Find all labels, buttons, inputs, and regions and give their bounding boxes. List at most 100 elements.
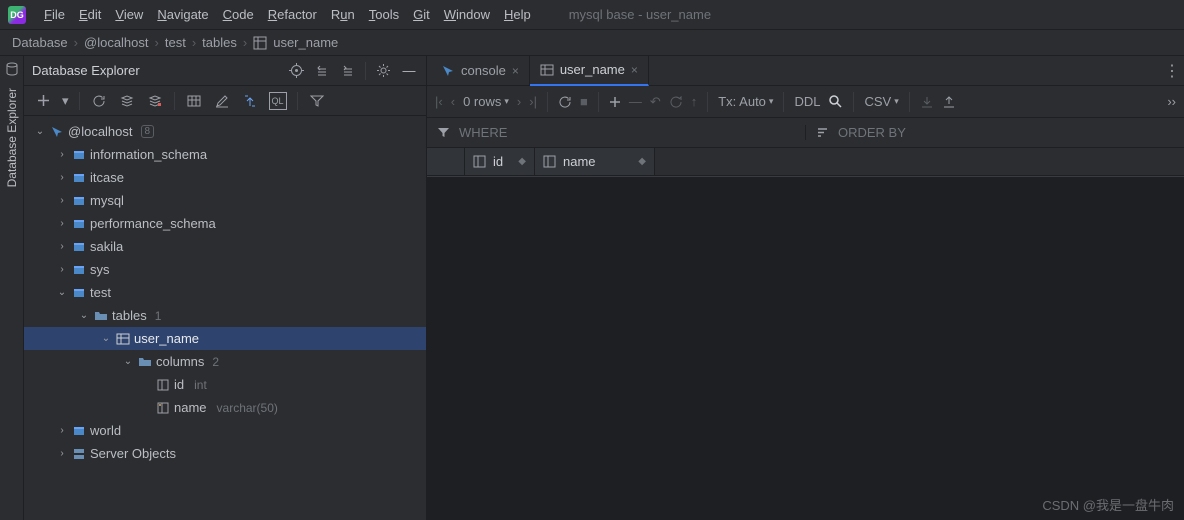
menu-help[interactable]: Help: [504, 7, 531, 22]
row-count[interactable]: 0 rows ▾: [463, 94, 509, 109]
tx-mode[interactable]: Tx: Auto ▾: [718, 94, 773, 109]
sort-icon[interactable]: ◆: [638, 156, 646, 167]
menu-run[interactable]: Run: [331, 7, 355, 22]
editor-area: console × user_name × ⋮ |‹ ‹ 0 rows ▾ › …: [427, 56, 1184, 520]
chevron-down-icon: ⌄: [34, 126, 46, 137]
sql-icon[interactable]: QL: [269, 92, 287, 110]
collapse-all-icon[interactable]: [339, 62, 357, 80]
prev-page-icon[interactable]: ‹: [451, 94, 455, 109]
menu-edit[interactable]: Edit: [79, 7, 101, 22]
where-filter[interactable]: WHERE: [427, 125, 806, 140]
data-grid[interactable]: [427, 176, 1184, 520]
crumb-tables[interactable]: tables: [202, 35, 237, 50]
tree-column-name[interactable]: namevarchar(50): [24, 396, 426, 419]
filter-icon[interactable]: [308, 92, 326, 110]
search-icon[interactable]: [828, 94, 843, 109]
gear-icon[interactable]: [374, 62, 392, 80]
tree-host[interactable]: ⌄ @localhost 8: [24, 120, 426, 143]
database-tree: ⌄ @localhost 8 ›information_schema ›itca…: [24, 116, 426, 520]
schema-icon: [72, 194, 86, 208]
menu-window[interactable]: Window: [444, 7, 490, 22]
expand-all-icon[interactable]: [313, 62, 331, 80]
revert-icon[interactable]: ↶: [650, 94, 661, 110]
export-icon[interactable]: [942, 95, 956, 109]
table-icon: [540, 63, 554, 77]
commit-icon[interactable]: [669, 95, 683, 109]
tree-db-mysql[interactable]: ›mysql: [24, 189, 426, 212]
close-icon[interactable]: ×: [512, 64, 519, 78]
col-header-name[interactable]: name ◆: [535, 148, 655, 175]
col-header-id[interactable]: id ◆: [465, 148, 535, 175]
tree-tables[interactable]: ⌄tables1: [24, 304, 426, 327]
menu-file[interactable]: File: [44, 7, 65, 22]
menu-view[interactable]: View: [115, 7, 143, 22]
tree-columns[interactable]: ⌄columns2: [24, 350, 426, 373]
edit-icon[interactable]: [213, 92, 231, 110]
tree-server-objects[interactable]: ›Server Objects: [24, 442, 426, 465]
menu-code[interactable]: Code: [223, 7, 254, 22]
tree-table-user-name[interactable]: ⌄user_name: [24, 327, 426, 350]
tree-db-test[interactable]: ⌄test: [24, 281, 426, 304]
jump-icon[interactable]: [241, 92, 259, 110]
crumb-host[interactable]: @localhost: [84, 35, 149, 50]
menu-refactor[interactable]: Refactor: [268, 7, 317, 22]
menu-tools[interactable]: Tools: [369, 7, 399, 22]
explorer-header: Database Explorer —: [24, 56, 426, 86]
tree-db-sys[interactable]: ›sys: [24, 258, 426, 281]
db-label: test: [90, 285, 111, 300]
tool-db-explorer[interactable]: Database Explorer: [5, 88, 19, 187]
filter-bar: WHERE ORDER BY: [427, 118, 1184, 148]
where-label: WHERE: [459, 125, 507, 140]
csv-dropdown[interactable]: CSV ▾: [864, 94, 898, 109]
target-icon[interactable]: [287, 62, 305, 80]
window-title: mysql base - user_name: [569, 7, 711, 22]
crumb-database[interactable]: Database: [12, 35, 68, 50]
sort-icon[interactable]: ◆: [518, 156, 526, 167]
overflow-icon[interactable]: ››: [1167, 94, 1176, 109]
chevron-right-icon: ›: [56, 149, 68, 160]
tree-db-performance-schema[interactable]: ›performance_schema: [24, 212, 426, 235]
tree-db-sakila[interactable]: ›sakila: [24, 235, 426, 258]
tree-column-id[interactable]: idint: [24, 373, 426, 396]
table-icon[interactable]: [185, 92, 203, 110]
first-page-icon[interactable]: |‹: [435, 94, 443, 109]
tab-user-name[interactable]: user_name ×: [530, 56, 649, 86]
stop-icon[interactable]: [146, 92, 164, 110]
stop-icon[interactable]: ■: [580, 94, 588, 109]
folder-icon: [138, 355, 152, 369]
tab-console[interactable]: console ×: [431, 56, 530, 86]
chevron-right-icon: ›: [56, 172, 68, 183]
remove-row-icon[interactable]: —: [629, 94, 642, 109]
tree-db-itcase[interactable]: ›itcase: [24, 166, 426, 189]
menu-navigate[interactable]: Navigate: [157, 7, 208, 22]
database-icon[interactable]: [5, 62, 19, 76]
tool-strip: Database Explorer: [0, 56, 24, 520]
table-icon: [116, 332, 130, 346]
col-label: id: [493, 154, 503, 169]
orderby-filter[interactable]: ORDER BY: [806, 125, 1184, 140]
corner-cell[interactable]: [427, 148, 465, 175]
dropdown-icon[interactable]: ▾: [62, 93, 69, 109]
more-icon[interactable]: ⋮: [1160, 61, 1184, 81]
submit-icon[interactable]: ↑: [691, 94, 698, 109]
add-row-icon[interactable]: [609, 96, 621, 108]
next-page-icon[interactable]: ›: [517, 94, 521, 109]
minimize-icon[interactable]: —: [400, 62, 418, 80]
tree-db-world[interactable]: ›world: [24, 419, 426, 442]
import-icon[interactable]: [920, 95, 934, 109]
chevron-down-icon: ⌄: [100, 333, 112, 344]
reload-icon[interactable]: [558, 95, 572, 109]
schema-icon: [72, 263, 86, 277]
crumb-db[interactable]: test: [165, 35, 186, 50]
refresh-icon[interactable]: [90, 92, 108, 110]
crumb-table[interactable]: user_name: [273, 35, 338, 50]
stack-icon[interactable]: [118, 92, 136, 110]
add-icon[interactable]: [34, 92, 52, 110]
separator: [79, 92, 80, 110]
ddl-button[interactable]: DDL: [794, 94, 820, 109]
close-icon[interactable]: ×: [631, 63, 638, 77]
last-page-icon[interactable]: ›|: [529, 94, 537, 109]
tree-db-information-schema[interactable]: ›information_schema: [24, 143, 426, 166]
chevron-right-icon: ›: [243, 35, 247, 50]
menu-git[interactable]: Git: [413, 7, 430, 22]
